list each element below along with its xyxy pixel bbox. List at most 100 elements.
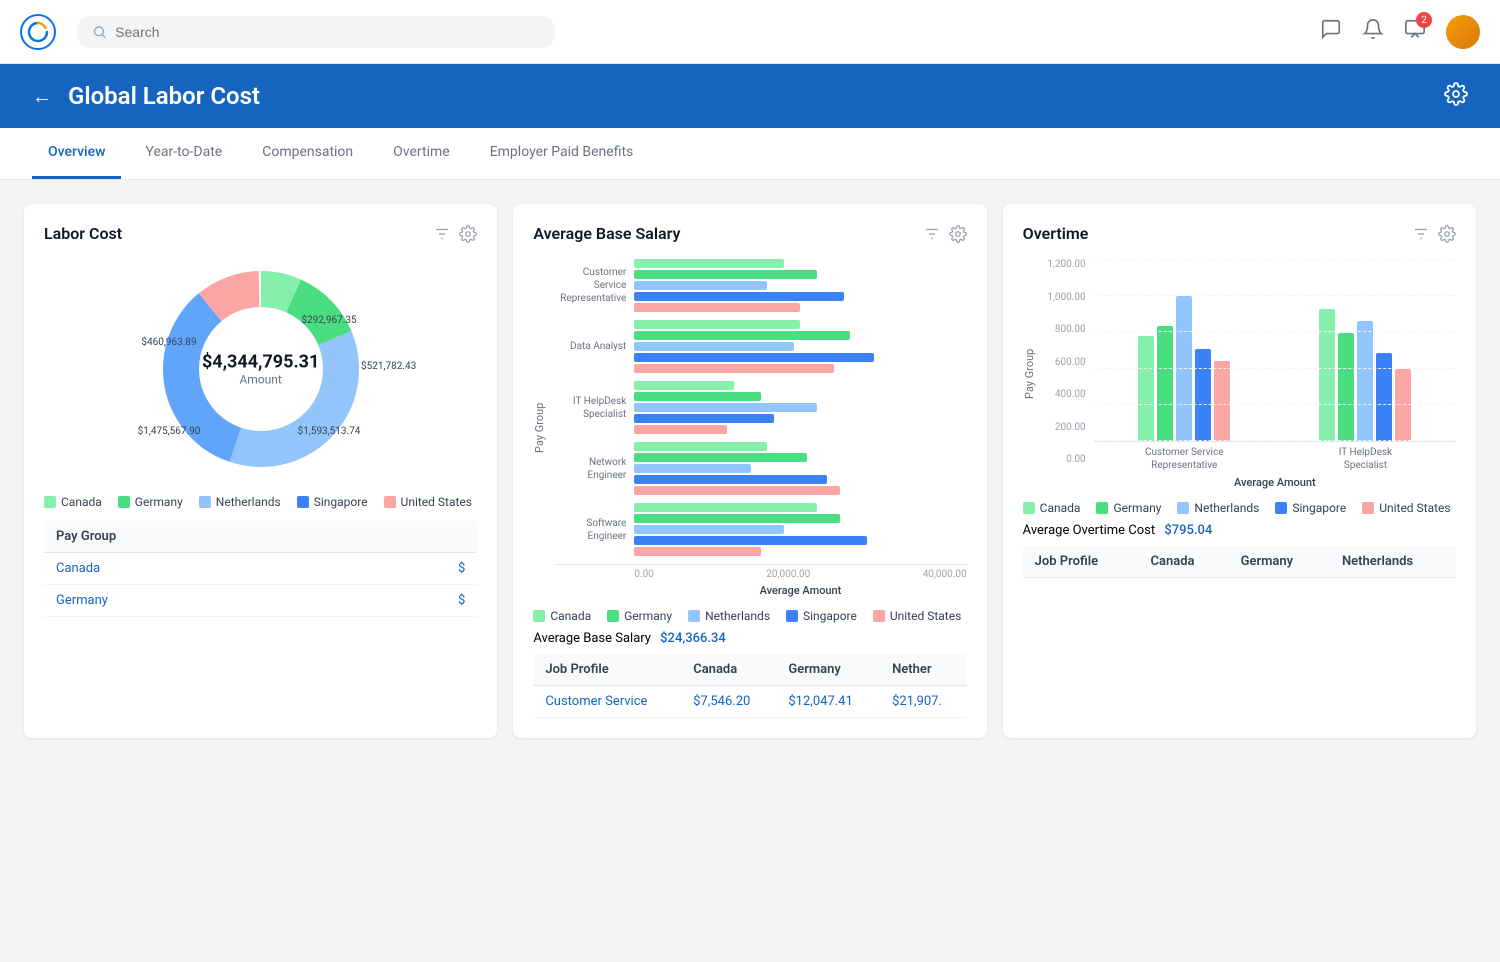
hbar-row-csr: Customer ServiceRepresentative xyxy=(554,259,966,312)
legend-netherlands-label: Netherlands xyxy=(216,495,281,509)
tabs-bar: Overview Year-to-Date Compensation Overt… xyxy=(0,128,1500,180)
ot-th-germany: Germany xyxy=(1229,546,1330,578)
chat-icon[interactable] xyxy=(1320,18,1342,45)
tab-overview[interactable]: Overview xyxy=(32,128,121,179)
x-axis-40k: 40,000.00 xyxy=(923,569,967,580)
search-input[interactable] xyxy=(115,24,540,40)
hbar-group-da xyxy=(634,320,966,373)
inbox-badge: 2 xyxy=(1416,12,1432,28)
search-bar[interactable] xyxy=(76,16,556,48)
td-customer-service[interactable]: Customer Service xyxy=(533,686,681,718)
table-row: Canada $ xyxy=(44,553,477,585)
legend-dot xyxy=(1177,502,1189,514)
avg-salary-header: Average Base Salary xyxy=(533,224,966,243)
hbar-bar xyxy=(634,486,840,495)
hbar-bar xyxy=(634,425,727,434)
hbar-bars-it xyxy=(634,381,966,434)
th-nether: Nether xyxy=(880,654,967,686)
settings-icon[interactable] xyxy=(1444,82,1468,111)
avg-salary-value-row: Average Base Salary $24,366.34 xyxy=(533,631,966,646)
vbar-bars-area xyxy=(1094,259,1456,442)
vbar-main: Customer ServiceRepresentative IT HelpDe… xyxy=(1094,259,1456,489)
hbar-bar xyxy=(634,342,794,351)
labor-cost-card: Labor Cost $292,967. xyxy=(24,204,497,738)
table-cell-germany[interactable]: Germany xyxy=(44,585,360,617)
vbar-it-netherlands xyxy=(1357,321,1373,441)
hbar-label-se: SoftwareEngineer xyxy=(554,517,634,543)
table-header-pay-group: Pay Group xyxy=(44,521,360,553)
labor-cost-table: Pay Group Canada $ Germany $ xyxy=(44,521,477,617)
avg-salary-card: Average Base Salary Pay Group Customer S… xyxy=(513,204,986,738)
hbar-bar xyxy=(634,547,760,556)
table-cell-germany-val: $ xyxy=(360,585,478,617)
vbar-csr-canada xyxy=(1138,336,1154,441)
vbar-csr-netherlands xyxy=(1176,296,1192,441)
legend-canada-dot xyxy=(44,496,56,508)
nav-icons: 2 xyxy=(1320,15,1480,49)
hbar-row-it: IT HelpDeskSpecialist xyxy=(554,381,966,434)
legend-germany-3: Germany xyxy=(1096,501,1161,515)
table-cell-canada[interactable]: Canada xyxy=(44,553,360,585)
hbar-bar xyxy=(634,514,840,523)
filter-icon[interactable] xyxy=(433,225,451,243)
table-row: Germany $ xyxy=(44,585,477,617)
table-cell-canada-val: $ xyxy=(360,553,478,585)
labor-cost-icons xyxy=(433,225,477,243)
overtime-title: Overtime xyxy=(1023,224,1089,243)
ot-th-netherlands: Netherlands xyxy=(1330,546,1456,578)
tab-overtime[interactable]: Overtime xyxy=(377,128,466,179)
legend-netherlands-2: Netherlands xyxy=(688,609,770,623)
hbar-x-label: Average Amount xyxy=(554,584,966,597)
donut-center: $4,344,795.31 Amount xyxy=(202,352,319,387)
legend-singapore: Singapore xyxy=(297,495,368,509)
table-header-value xyxy=(360,521,478,553)
hbar-bar xyxy=(634,475,827,484)
legend-us-label: United States xyxy=(401,495,472,509)
tab-ytd[interactable]: Year-to-Date xyxy=(129,128,238,179)
tab-compensation[interactable]: Compensation xyxy=(246,128,369,179)
hbar-bar xyxy=(634,525,784,534)
td-cs-nether: $21,907. xyxy=(880,686,967,718)
gear-icon-3[interactable] xyxy=(1438,225,1456,243)
legend-canada-label: Canada xyxy=(61,495,102,509)
page-title: Global Labor Cost xyxy=(68,82,260,110)
legend-dot xyxy=(1362,502,1374,514)
hbar-bar xyxy=(634,331,850,340)
overtime-card: Overtime Pay Group 1,200.00 1,000.00 800… xyxy=(1003,204,1476,738)
hbar-bars-se xyxy=(634,503,966,556)
top-navigation: 2 xyxy=(0,0,1500,64)
vbar-csr-germany xyxy=(1157,326,1173,441)
hbar-bars-csr xyxy=(634,259,966,312)
user-avatar[interactable] xyxy=(1446,15,1480,49)
vbar-it-germany xyxy=(1338,333,1354,441)
tab-employer-benefits[interactable]: Employer Paid Benefits xyxy=(474,128,650,179)
filter-icon-3[interactable] xyxy=(1412,225,1430,243)
hbar-bar xyxy=(634,281,767,290)
overtime-legend: Canada Germany Netherlands Singapore Uni… xyxy=(1023,501,1456,515)
legend-germany-label: Germany xyxy=(135,495,183,509)
back-button[interactable]: ← xyxy=(32,84,52,109)
gear-icon-2[interactable] xyxy=(949,225,967,243)
vbar-chart-wrapper: Pay Group 1,200.00 1,000.00 800.00 600.0… xyxy=(1023,259,1456,489)
filter-icon-2[interactable] xyxy=(923,225,941,243)
gear-icon[interactable] xyxy=(459,225,477,243)
inbox-icon[interactable]: 2 xyxy=(1404,18,1426,45)
hbar-bar xyxy=(634,414,774,423)
hbar-bar xyxy=(634,442,767,451)
legend-canada: Canada xyxy=(44,495,102,509)
legend-us: United States xyxy=(384,495,472,509)
avg-overtime-row: Average Overtime Cost $795.04 xyxy=(1023,523,1456,538)
hbar-row-se: SoftwareEngineer xyxy=(554,503,966,556)
hbar-bar xyxy=(634,364,833,373)
hbar-group-it xyxy=(634,381,966,434)
vbar-it-singapore xyxy=(1376,353,1392,441)
hbar-bar xyxy=(634,353,873,362)
hbar-group-ne xyxy=(634,442,966,495)
legend-germany-2: Germany xyxy=(607,609,672,623)
hbar-bar xyxy=(634,381,734,390)
donut-label: Amount xyxy=(202,373,319,387)
legend-singapore-2: Singapore xyxy=(786,609,857,623)
bell-icon[interactable] xyxy=(1362,18,1384,45)
labor-cost-legend: Canada Germany Netherlands Singapore Uni… xyxy=(44,495,477,509)
x-axis-20k: 20,000.00 xyxy=(766,569,810,580)
